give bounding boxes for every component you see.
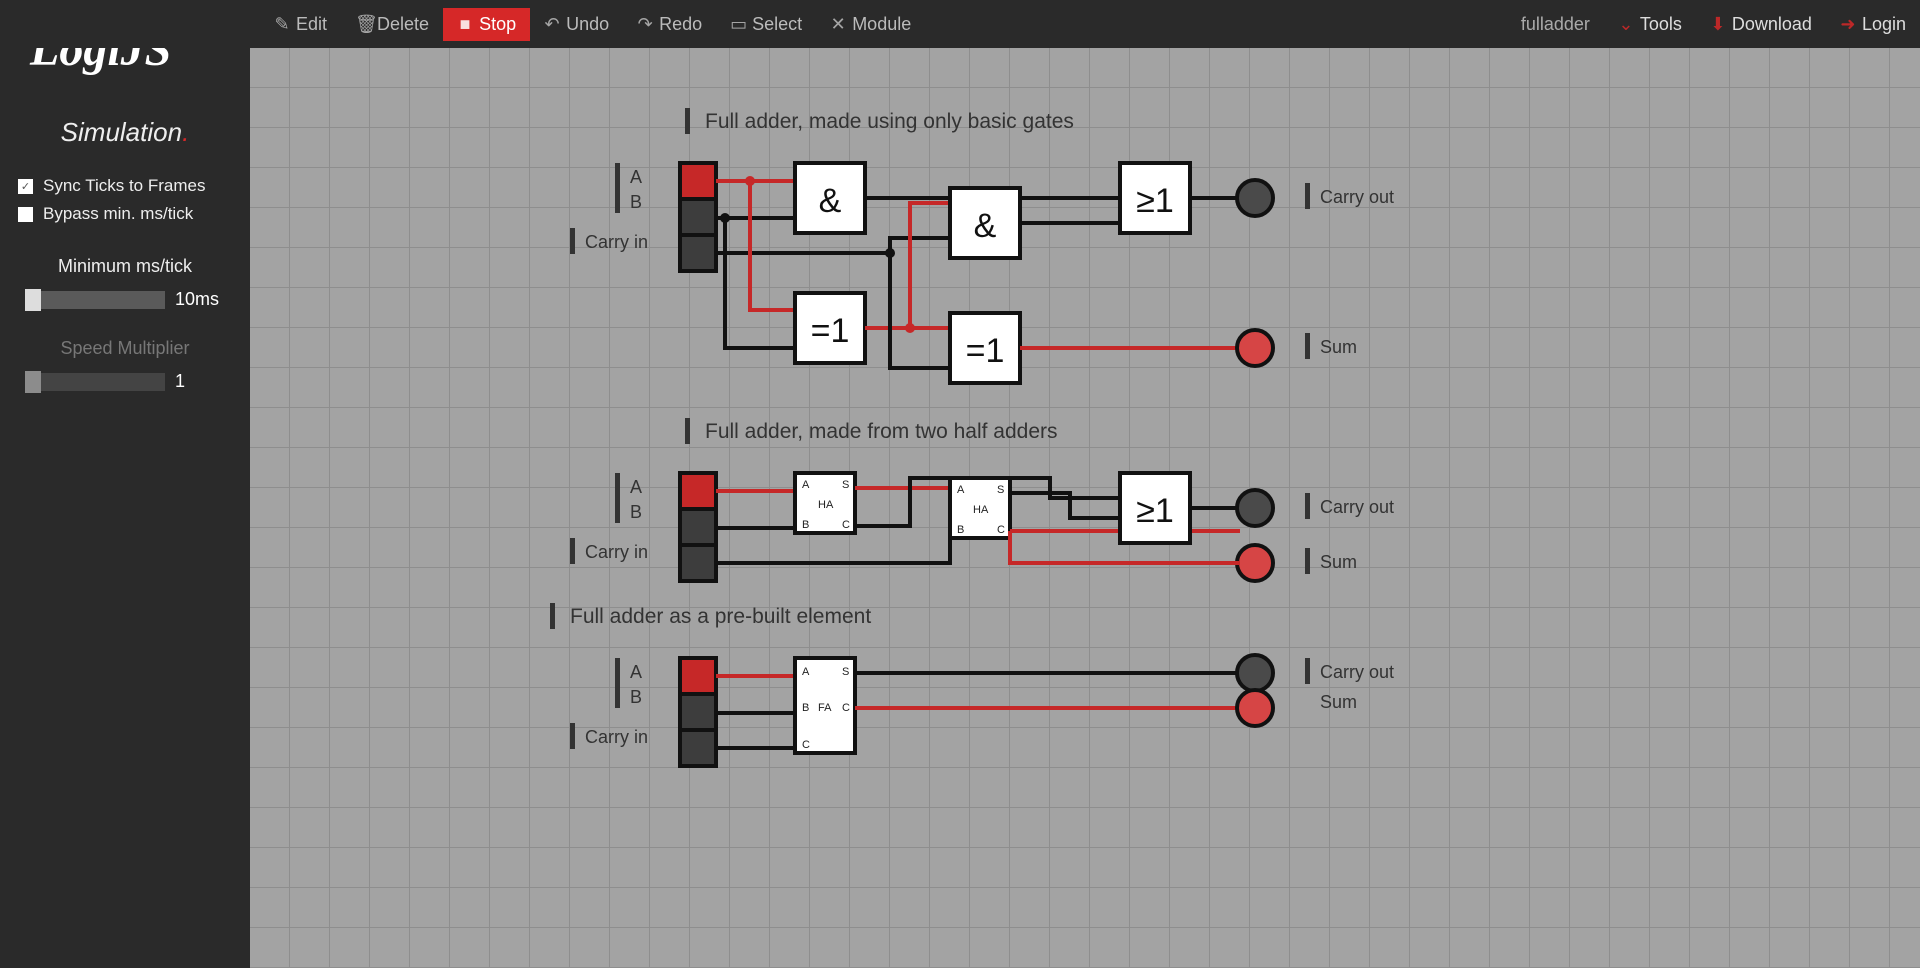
stop-icon: ■ [457, 14, 473, 35]
min-ms-value: 10ms [175, 289, 225, 310]
select-button[interactable]: ▭Select [716, 8, 816, 41]
edit-button[interactable]: ✎Edit [260, 8, 341, 41]
svg-text:HA: HA [818, 499, 834, 511]
svg-text:A: A [630, 477, 642, 497]
svg-text:S: S [842, 479, 849, 491]
switch-a-1[interactable] [680, 163, 716, 199]
label-cout-1: Carry out [1320, 187, 1394, 207]
switch-a-2[interactable] [680, 473, 716, 509]
switch-c-1[interactable] [680, 235, 716, 271]
svg-text:≥1: ≥1 [1136, 492, 1174, 530]
svg-text:S: S [997, 484, 1004, 496]
speed-label: Speed Multiplier [0, 338, 250, 359]
label-sum-1: Sum [1320, 337, 1357, 357]
svg-text:C: C [842, 702, 850, 714]
switch-c-2[interactable] [680, 545, 716, 581]
trash-icon: 🗑 [355, 14, 371, 35]
min-ms-slider[interactable] [25, 291, 165, 309]
svg-text:A: A [630, 662, 642, 682]
switch-a-3[interactable] [680, 658, 716, 694]
sidebar: LogiJS Simulation. ✓ Sync Ticks to Frame… [0, 0, 250, 968]
svg-text:FA: FA [818, 702, 832, 714]
svg-text:C: C [842, 519, 850, 531]
redo-button[interactable]: ↷Redo [623, 8, 716, 41]
sync-ticks-checkbox[interactable]: ✓ Sync Ticks to Frames [0, 172, 250, 200]
circuit-3: Full adder as a pre-built element A B Ca… [550, 603, 1394, 766]
svg-text:B: B [957, 524, 964, 536]
label-cin-1: Carry in [585, 232, 648, 252]
canvas[interactable]: Full adder, made using only basic gates … [250, 48, 1920, 968]
svg-text:S: S [842, 666, 849, 678]
svg-text:=1: =1 [966, 332, 1005, 370]
output-sum-2 [1237, 545, 1273, 581]
undo-icon: ↶ [544, 14, 560, 35]
delete-button[interactable]: 🗑Delete [341, 8, 443, 41]
svg-text:Sum: Sum [1320, 552, 1357, 572]
svg-text:A: A [802, 479, 810, 491]
circuit-diagram: Full adder, made using only basic gates … [250, 48, 1920, 968]
redo-icon: ↷ [637, 14, 653, 35]
output-sum-1 [1237, 330, 1273, 366]
download-button[interactable]: ⬇Download [1696, 8, 1826, 41]
svg-text:&: & [819, 182, 842, 220]
checkbox-checked-icon: ✓ [18, 179, 33, 194]
svg-text:B: B [630, 502, 642, 522]
output-carry-1 [1237, 180, 1273, 216]
output-carry-3 [1237, 655, 1273, 691]
pencil-icon: ✎ [274, 14, 290, 35]
svg-text:C: C [997, 524, 1005, 536]
module-button[interactable]: ✕Module [816, 8, 925, 41]
svg-text:Sum: Sum [1320, 692, 1357, 712]
select-icon: ▭ [730, 14, 746, 35]
circuit-1-title: Full adder, made using only basic gates [705, 110, 1074, 133]
tools-button[interactable]: ⌄Tools [1604, 8, 1696, 41]
svg-text:B: B [802, 519, 809, 531]
sketch-name: fulladder [1507, 14, 1604, 35]
chevron-down-icon: ⌄ [1618, 14, 1634, 35]
circuit-3-title: Full adder as a pre-built element [570, 605, 871, 628]
circuit-2-title: Full adder, made from two half adders [705, 420, 1058, 443]
svg-text:C: C [802, 739, 810, 751]
svg-text:A: A [957, 484, 965, 496]
svg-text:Carry out: Carry out [1320, 497, 1394, 517]
switch-b-3[interactable] [680, 694, 716, 730]
output-carry-2 [1237, 490, 1273, 526]
label-b-1: B [630, 192, 642, 212]
login-button[interactable]: ➜Login [1826, 8, 1920, 41]
svg-text:Carry in: Carry in [585, 542, 648, 562]
top-toolbar: ✎Edit 🗑Delete ■Stop ↶Undo ↷Redo ▭Select … [0, 0, 1920, 48]
svg-text:≥1: ≥1 [1136, 182, 1174, 220]
min-ms-label: Minimum ms/tick [0, 256, 250, 277]
circuit-2: Full adder, made from two half adders A … [570, 418, 1394, 581]
checkbox-unchecked-icon [18, 207, 33, 222]
switch-b-1[interactable] [680, 199, 716, 235]
speed-value: 1 [175, 371, 225, 392]
svg-text:B: B [802, 702, 809, 714]
svg-text:=1: =1 [811, 312, 850, 350]
svg-text:HA: HA [973, 504, 989, 516]
switch-b-2[interactable] [680, 509, 716, 545]
login-icon: ➜ [1840, 14, 1856, 35]
bypass-checkbox[interactable]: Bypass min. ms/tick [0, 200, 250, 228]
label-a-1: A [630, 167, 642, 187]
module-icon: ✕ [830, 14, 846, 35]
download-icon: ⬇ [1710, 14, 1726, 35]
svg-text:B: B [630, 687, 642, 707]
svg-text:A: A [802, 666, 810, 678]
svg-text:&: & [974, 207, 997, 245]
svg-text:Carry out: Carry out [1320, 662, 1394, 682]
panel-title: Simulation. [0, 117, 250, 148]
stop-button[interactable]: ■Stop [443, 8, 530, 41]
circuit-1: Full adder, made using only basic gates … [570, 108, 1394, 383]
output-sum-3 [1237, 690, 1273, 726]
undo-button[interactable]: ↶Undo [530, 8, 623, 41]
switch-c-3[interactable] [680, 730, 716, 766]
speed-slider[interactable] [25, 373, 165, 391]
svg-text:Carry in: Carry in [585, 727, 648, 747]
